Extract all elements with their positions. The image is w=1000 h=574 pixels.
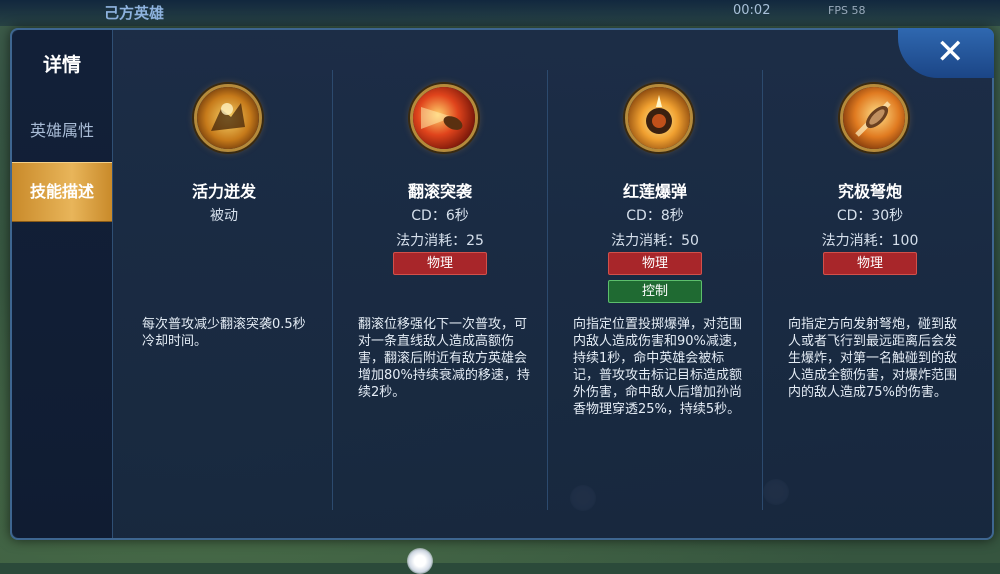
bomb-skill-icon: [625, 84, 693, 152]
details-panel: 详情 英雄属性 技能描述 ✕ 活力迸发 被动 每次普攻减少翻滚突袭0.5秒冷却时…: [10, 28, 994, 540]
ally-heroes-title: 己方英雄: [104, 4, 165, 22]
skill-cooldown: CD：8秒: [626, 208, 684, 224]
skill-type: 被动: [210, 208, 238, 224]
sidebar-title: 详情: [42, 54, 81, 76]
tab-skill-description[interactable]: 技能描述: [12, 162, 112, 222]
match-timer: 00:02: [733, 3, 771, 18]
skill-mana-cost: 法力消耗：100: [821, 233, 919, 249]
tab-hero-attributes[interactable]: 英雄属性: [12, 102, 112, 160]
tag-control: 控制: [608, 280, 702, 303]
skill-name: 红莲爆弹: [622, 182, 687, 201]
game-topbar: 己方英雄 00:02 FPS 58: [0, 0, 1000, 26]
skill-bubble-bottom: [407, 548, 433, 574]
skill-card-tumble-assault: 翻滚突袭 CD：6秒 法力消耗：25 物理 翻滚位移强化下一次普攻，可对一条直线…: [334, 30, 546, 538]
fps-counter: FPS 58: [828, 4, 866, 17]
skill-mana-cost: 法力消耗：50: [611, 233, 699, 249]
bullet-skill-icon: [410, 84, 478, 152]
skill-description: 向指定方向发射弩炮，碰到敌人或者飞行到最远距离后会发生爆炸，对第一名触碰到的敌人…: [788, 317, 958, 400]
tag-physical: 物理: [393, 252, 487, 275]
column-divider: [762, 70, 763, 510]
passive-skill-icon: [194, 84, 262, 152]
skill-name: 究极弩炮: [837, 182, 902, 201]
column-divider: [547, 70, 548, 510]
column-divider: [332, 70, 333, 510]
skill-name: 活力迸发: [191, 182, 256, 201]
skill-description: 每次普攻减少翻滚突袭0.5秒冷却时间。: [142, 317, 306, 349]
skill-description: 翻滚位移强化下一次普攻，可对一条直线敌人造成高额伤害，翻滚后附近有敌方英雄会增加…: [358, 317, 530, 400]
ballista-skill-icon: [840, 84, 908, 152]
skill-name: 翻滚突袭: [407, 182, 472, 201]
skill-card-passive: 活力迸发 被动 每次普攻减少翻滚突袭0.5秒冷却时间。: [118, 30, 330, 538]
details-sidebar: 详情 英雄属性 技能描述: [12, 30, 113, 538]
skill-cooldown: CD：6秒: [411, 208, 469, 224]
skill-description: 向指定位置投掷爆弹，对范围内敌人造成伤害和90%减速，持续1秒，命中英雄会被标记…: [573, 317, 745, 417]
skill-mana-cost: 法力消耗：25: [396, 233, 484, 249]
skill-cooldown: CD：30秒: [836, 208, 904, 224]
skill-card-red-lotus-bomb: 红莲爆弹 CD：8秒 法力消耗：50 物理 控制 向指定位置投掷爆弹，对范围内敌…: [549, 30, 761, 538]
tag-physical: 物理: [608, 252, 702, 275]
tag-physical: 物理: [823, 252, 917, 275]
skill-card-ultimate-ballista: 究极弩炮 CD：30秒 法力消耗：100 物理 向指定方向发射弩炮，碰到敌人或者…: [764, 30, 976, 538]
